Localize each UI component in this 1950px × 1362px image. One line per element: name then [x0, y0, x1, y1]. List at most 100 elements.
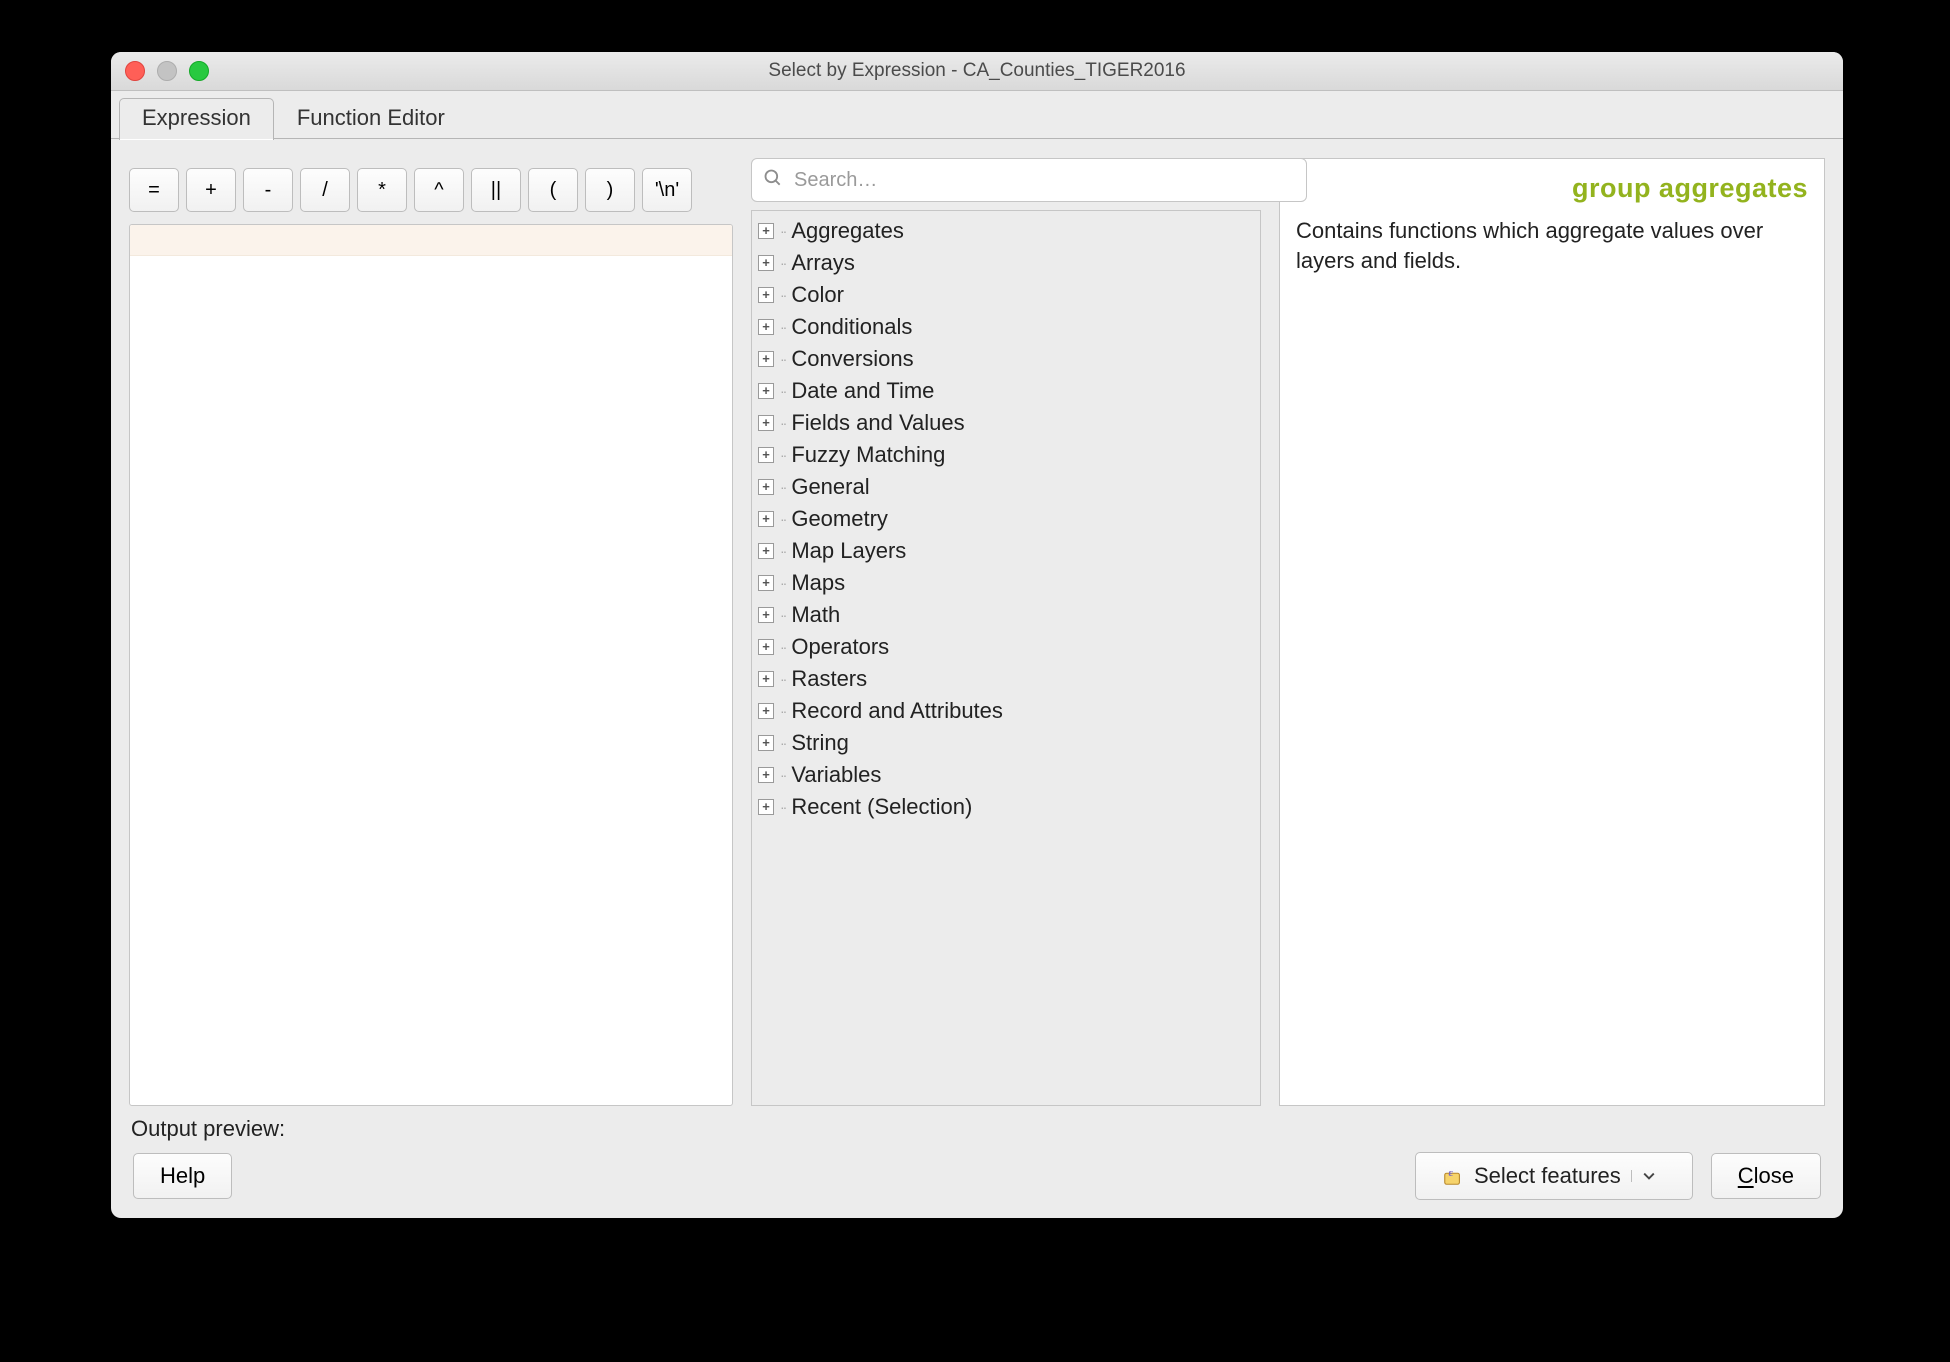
tree-item[interactable]: +··Arrays — [756, 247, 1256, 279]
tree-item-label: General — [791, 474, 869, 500]
tree-connector: ·· — [780, 319, 785, 335]
tree-item[interactable]: + ·· Map Layers — [756, 535, 1256, 567]
tree-item[interactable]: +··Aggregates — [756, 215, 1256, 247]
tree-connector: ·· — [780, 255, 785, 271]
tree-item[interactable]: + ·· Maps — [756, 567, 1256, 599]
zoom-window-button[interactable] — [189, 61, 209, 81]
tree-item-label: String — [791, 730, 848, 756]
tree-item-label: Recent (Selection) — [791, 794, 972, 820]
help-box: group aggregates Contains functions whic… — [1279, 158, 1825, 1106]
expand-icon[interactable]: + — [758, 287, 774, 303]
expand-icon[interactable]: + — [758, 799, 774, 815]
tree-item[interactable]: +··Fields and Values — [756, 407, 1256, 439]
expression-pane: = + - / * ^ || ( ) '\n' — [129, 158, 733, 1106]
output-preview-label: Output preview: — [111, 1106, 1843, 1142]
expand-icon[interactable]: + — [758, 511, 774, 527]
tree-item[interactable]: +··Conversions — [756, 343, 1256, 375]
op-equals[interactable]: = — [129, 168, 179, 212]
expand-icon[interactable]: + — [758, 383, 774, 399]
dialog-window: Select by Expression - CA_Counties_TIGER… — [111, 52, 1843, 1218]
tab-function-editor[interactable]: Function Editor — [274, 98, 468, 140]
tree-item[interactable]: + ·· Record and Attributes — [756, 695, 1256, 727]
function-tree[interactable]: +··Aggregates+··Arrays+··Color+··Conditi… — [751, 210, 1261, 1106]
bottom-right-buttons: ε Select features Close — [1415, 1152, 1821, 1200]
tree-item[interactable]: + ·· Recent (Selection) — [756, 791, 1256, 823]
editor-current-line — [130, 225, 732, 256]
tree-connector: ·· — [780, 671, 785, 687]
expand-icon[interactable]: + — [758, 543, 774, 559]
tree-connector: ·· — [780, 767, 785, 783]
expand-icon[interactable]: + — [758, 607, 774, 623]
tree-item-label: Maps — [791, 570, 845, 596]
close-button-rest: lose — [1754, 1163, 1794, 1188]
tree-connector: ·· — [780, 639, 785, 655]
tree-connector: ·· — [780, 543, 785, 559]
minimize-window-button[interactable] — [157, 61, 177, 81]
window-title: Select by Expression - CA_Counties_TIGER… — [111, 60, 1843, 82]
expand-icon[interactable]: + — [758, 351, 774, 367]
tree-item[interactable]: + ·· General — [756, 471, 1256, 503]
expand-icon[interactable]: + — [758, 255, 774, 271]
expand-icon[interactable]: + — [758, 767, 774, 783]
tree-connector: ·· — [780, 447, 785, 463]
expand-icon[interactable]: + — [758, 447, 774, 463]
op-divide[interactable]: / — [300, 168, 350, 212]
tree-connector: ·· — [780, 799, 785, 815]
tree-connector: ·· — [780, 575, 785, 591]
op-minus[interactable]: - — [243, 168, 293, 212]
expand-icon[interactable]: + — [758, 703, 774, 719]
tree-connector: ·· — [780, 383, 785, 399]
tree-item[interactable]: +··Conditionals — [756, 311, 1256, 343]
tree-item-label: Map Layers — [791, 538, 906, 564]
tree-item[interactable]: +··Date and Time — [756, 375, 1256, 407]
op-rparen[interactable]: ) — [585, 168, 635, 212]
tree-item[interactable]: +··String — [756, 727, 1256, 759]
expression-editor[interactable] — [129, 224, 733, 1106]
help-pane: group aggregates Contains functions whic… — [1279, 158, 1825, 1106]
tree-connector: ·· — [780, 511, 785, 527]
expand-icon[interactable]: + — [758, 575, 774, 591]
search-icon — [763, 168, 783, 188]
help-description: Contains functions which aggregate value… — [1280, 210, 1824, 281]
tree-item-label: Record and Attributes — [791, 698, 1003, 724]
select-features-dropdown[interactable] — [1631, 1170, 1666, 1182]
tree-item[interactable]: + ·· Rasters — [756, 663, 1256, 695]
tree-item[interactable]: +··Fuzzy Matching — [756, 439, 1256, 471]
tree-item[interactable]: +··Math — [756, 599, 1256, 631]
tree-connector: ·· — [780, 223, 785, 239]
op-plus[interactable]: + — [186, 168, 236, 212]
tabbar: Expression Function Editor — [111, 97, 1843, 139]
bottom-bar: Help ε Select features Close — [111, 1152, 1843, 1200]
expand-icon[interactable]: + — [758, 415, 774, 431]
search-input[interactable] — [751, 158, 1307, 202]
expand-icon[interactable]: + — [758, 671, 774, 687]
expand-icon[interactable]: + — [758, 479, 774, 495]
op-multiply[interactable]: * — [357, 168, 407, 212]
tree-item-label: Rasters — [791, 666, 867, 692]
op-newline[interactable]: '\n' — [642, 168, 692, 212]
select-features-button[interactable]: ε Select features — [1415, 1152, 1693, 1200]
close-window-button[interactable] — [125, 61, 145, 81]
select-features-icon: ε — [1442, 1165, 1464, 1187]
help-button[interactable]: Help — [133, 1153, 232, 1199]
expand-icon[interactable]: + — [758, 735, 774, 751]
tree-connector: ·· — [780, 703, 785, 719]
close-button[interactable]: Close — [1711, 1153, 1821, 1199]
tab-expression[interactable]: Expression — [119, 98, 274, 140]
search-wrap — [751, 158, 1261, 200]
select-features-label: Select features — [1474, 1163, 1621, 1189]
tree-connector: ·· — [780, 479, 785, 495]
op-power[interactable]: ^ — [414, 168, 464, 212]
op-concat[interactable]: || — [471, 168, 521, 212]
tree-item[interactable]: +··Variables — [756, 759, 1256, 791]
content-area: = + - / * ^ || ( ) '\n' — [111, 140, 1843, 1106]
operator-toolbar: = + - / * ^ || ( ) '\n' — [129, 158, 733, 224]
expand-icon[interactable]: + — [758, 319, 774, 335]
expand-icon[interactable]: + — [758, 223, 774, 239]
titlebar: Select by Expression - CA_Counties_TIGER… — [111, 52, 1843, 91]
tree-item[interactable]: +··Geometry — [756, 503, 1256, 535]
tree-item[interactable]: +··Color — [756, 279, 1256, 311]
expand-icon[interactable]: + — [758, 639, 774, 655]
tree-item[interactable]: +··Operators — [756, 631, 1256, 663]
op-lparen[interactable]: ( — [528, 168, 578, 212]
